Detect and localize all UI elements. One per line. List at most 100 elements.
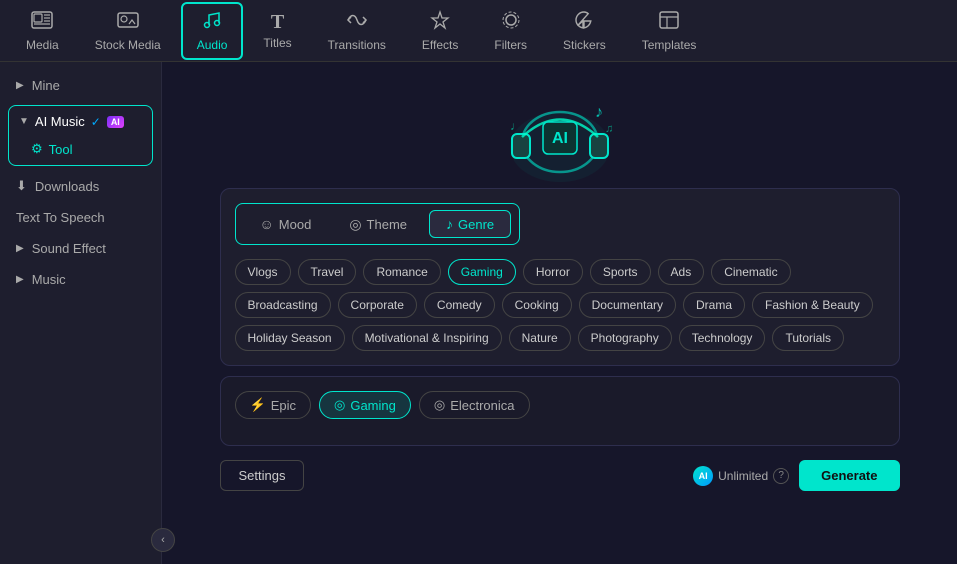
top-navigation: Media Stock Media Audio T Titles Transit… [0, 0, 957, 62]
svg-text:♪: ♪ [595, 104, 603, 121]
chip-vlogs[interactable]: Vlogs [235, 259, 291, 285]
chip-cooking[interactable]: Cooking [502, 292, 572, 318]
tab-mood-label: Mood [279, 217, 312, 232]
sidebar-item-music[interactable]: ▶ Music [0, 264, 161, 295]
nav-audio-label: Audio [197, 38, 228, 52]
sidebar: ▶ Mine ▼ AI Music ✓ AI ⚙ Tool ⬇ Download… [0, 62, 162, 564]
sidebar-item-ai-music[interactable]: ▼ AI Music ✓ AI [9, 108, 152, 135]
chip-ads[interactable]: Ads [658, 259, 705, 285]
chip-sports[interactable]: Sports [590, 259, 651, 285]
chip-drama[interactable]: Drama [683, 292, 745, 318]
chip-gaming[interactable]: Gaming [448, 259, 516, 285]
chip-motivational-inspiring[interactable]: Motivational & Inspiring [352, 325, 502, 351]
chip-travel[interactable]: Travel [298, 259, 357, 285]
templates-icon [658, 10, 680, 34]
nav-transitions[interactable]: Transitions [312, 2, 402, 60]
verified-icon: ✓ [91, 115, 101, 129]
chip-holiday-season[interactable]: Holiday Season [235, 325, 345, 351]
sidebar-item-mine[interactable]: ▶ Mine [0, 70, 161, 101]
sidebar-item-sound-effect[interactable]: ▶ Sound Effect [0, 233, 161, 264]
stickers-icon [573, 10, 595, 34]
chip-nature[interactable]: Nature [509, 325, 571, 351]
mood-electronica-label: Electronica [450, 398, 514, 413]
mood-panel: ⚡ Epic ◎ Gaming ◎ Electronica [220, 376, 900, 446]
nav-media-label: Media [26, 38, 59, 52]
ai-music-label: AI Music [35, 114, 85, 129]
chip-comedy[interactable]: Comedy [424, 292, 495, 318]
settings-button[interactable]: Settings [220, 460, 305, 491]
tab-mood[interactable]: ☺ Mood [244, 210, 328, 238]
chevron-right-icon: ▶ [16, 80, 24, 91]
gaming-mood-icon: ◎ [334, 397, 345, 413]
svg-text:♫: ♫ [605, 123, 613, 135]
transitions-icon [346, 10, 368, 34]
epic-icon: ⚡ [250, 397, 266, 413]
sidebar-ai-music-group: ▼ AI Music ✓ AI ⚙ Tool [8, 105, 153, 166]
chip-documentary[interactable]: Documentary [579, 292, 676, 318]
mood-epic-label: Epic [271, 398, 296, 413]
chip-corporate[interactable]: Corporate [338, 292, 417, 318]
chevron-right-icon-sound: ▶ [16, 243, 24, 254]
filters-icon [500, 10, 522, 34]
electronica-icon: ◎ [434, 397, 445, 413]
sidebar-item-text-to-speech[interactable]: Text To Speech [0, 202, 161, 233]
tabs-row: ☺ Mood ◎ Theme ♪ Genre [235, 203, 521, 245]
chip-photography[interactable]: Photography [578, 325, 672, 351]
nav-media[interactable]: Media [10, 2, 75, 60]
chip-broadcasting[interactable]: Broadcasting [235, 292, 331, 318]
nav-stickers[interactable]: Stickers [547, 2, 622, 60]
mood-chip-electronica[interactable]: ◎ Electronica [419, 391, 530, 419]
theme-tab-icon: ◎ [349, 216, 361, 233]
nav-stock-media[interactable]: Stock Media [79, 2, 177, 60]
nav-templates-label: Templates [642, 38, 697, 52]
sidebar-item-tool[interactable]: ⚙ Tool [9, 135, 152, 163]
ai-icon: AI [693, 466, 713, 486]
sound-effect-label: Sound Effect [32, 241, 106, 256]
downloads-label: Downloads [35, 179, 99, 194]
nav-audio[interactable]: Audio [181, 2, 244, 60]
sidebar-item-downloads[interactable]: ⬇ Downloads [0, 170, 161, 202]
tab-theme-label: Theme [367, 217, 407, 232]
download-icon: ⬇ [16, 178, 27, 194]
right-actions: AI Unlimited ? Generate [693, 460, 899, 491]
chip-horror[interactable]: Horror [523, 259, 583, 285]
nav-titles[interactable]: T Titles [247, 4, 307, 58]
tab-theme[interactable]: ◎ Theme [333, 210, 423, 238]
nav-filters-label: Filters [494, 38, 527, 52]
mood-tab-icon: ☺ [260, 216, 274, 232]
sidebar-collapse-button[interactable]: ‹ [151, 528, 175, 552]
tab-genre-label: Genre [458, 217, 494, 232]
effects-icon [429, 10, 451, 34]
music-label: Music [32, 272, 66, 287]
tool-icon: ⚙ [31, 141, 43, 157]
chip-fashion-beauty[interactable]: Fashion & Beauty [752, 292, 873, 318]
tab-genre[interactable]: ♪ Genre [429, 210, 511, 238]
nav-filters[interactable]: Filters [478, 2, 543, 60]
ai-badge: AI [107, 116, 124, 128]
audio-icon [201, 10, 223, 34]
nav-stock-media-label: Stock Media [95, 38, 161, 52]
mood-tabs-row: ⚡ Epic ◎ Gaming ◎ Electronica [235, 391, 885, 419]
unlimited-badge: AI Unlimited ? [693, 466, 789, 486]
chip-tutorials[interactable]: Tutorials [772, 325, 844, 351]
titles-icon: T [271, 12, 284, 32]
tool-label: Tool [49, 142, 73, 157]
nav-templates[interactable]: Templates [626, 2, 713, 60]
stock-media-icon [117, 10, 139, 34]
chip-romance[interactable]: Romance [363, 259, 440, 285]
nav-transitions-label: Transitions [328, 38, 386, 52]
genre-tab-icon: ♪ [446, 216, 453, 232]
mood-chip-epic[interactable]: ⚡ Epic [235, 391, 311, 419]
chevron-down-icon: ▼ [19, 116, 29, 127]
bottom-bar: Settings AI Unlimited ? Generate [220, 460, 900, 491]
nav-stickers-label: Stickers [563, 38, 606, 52]
mood-chip-gaming[interactable]: ◎ Gaming [319, 391, 411, 419]
sidebar-mine-label: Mine [32, 78, 60, 93]
generate-button[interactable]: Generate [799, 460, 899, 491]
help-icon[interactable]: ? [773, 468, 789, 484]
chip-cinematic[interactable]: Cinematic [711, 259, 790, 285]
nav-effects[interactable]: Effects [406, 2, 474, 60]
chip-technology[interactable]: Technology [679, 325, 766, 351]
chevron-right-icon-music: ▶ [16, 274, 24, 285]
main-area: ▶ Mine ▼ AI Music ✓ AI ⚙ Tool ⬇ Download… [0, 62, 957, 564]
